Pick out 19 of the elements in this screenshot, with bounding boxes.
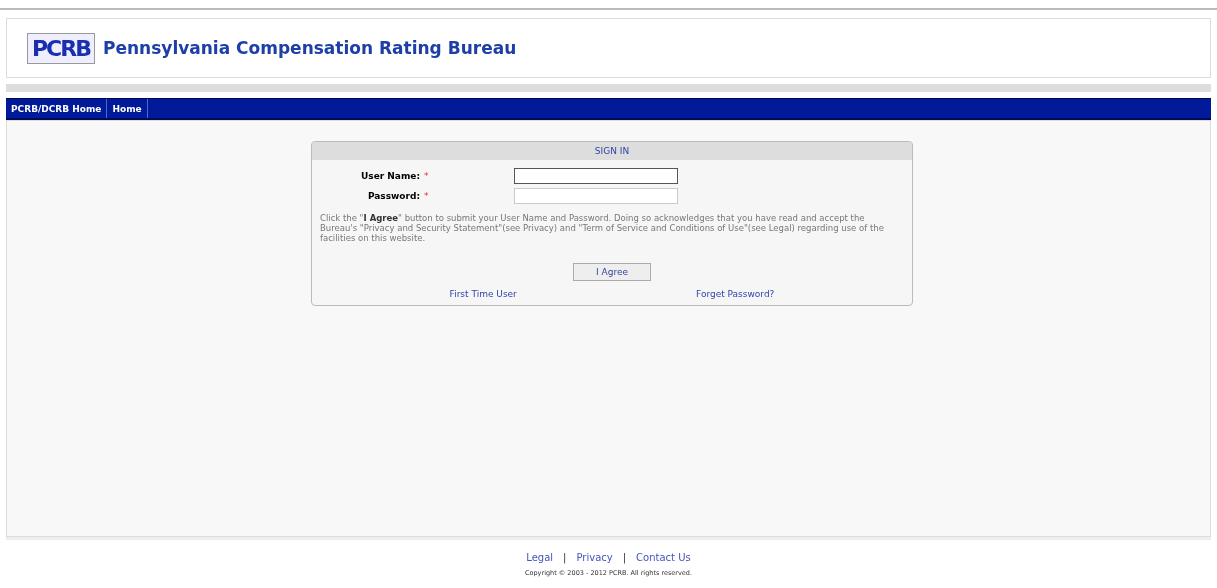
agree-button[interactable]: I Agree bbox=[573, 263, 651, 282]
link[interactable]: First Time User bbox=[449, 289, 517, 300]
link[interactable]: Forget Password? bbox=[696, 289, 775, 300]
nav-link[interactable]: Home bbox=[107, 99, 148, 118]
panel-title: SIGN IN bbox=[312, 142, 912, 160]
logo: PCRB bbox=[27, 32, 95, 64]
separator: | bbox=[622, 551, 627, 563]
required-mark: * bbox=[424, 171, 430, 181]
site-title: Pennsylvania Compensation Rating Bureau bbox=[103, 38, 517, 58]
separator: | bbox=[563, 551, 567, 563]
notice-text: Click the "I Agree" button to submit your User Name and Password. Doing so acknowledges that you have read and accept the Bureau's "Privacy and Security Statement"(see Privacy) and "Term of Service and Conditions of Use"(see Legal) regarding use of the facilities on this website. bbox=[320, 214, 885, 244]
footer-link[interactable]: Legal bbox=[526, 551, 554, 563]
field-label: User Name: bbox=[359, 171, 420, 181]
footer-link[interactable]: Contact Us bbox=[636, 551, 691, 563]
footer-link[interactable]: Privacy bbox=[576, 551, 613, 563]
required-mark: * bbox=[424, 191, 430, 201]
input-field[interactable] bbox=[514, 168, 678, 184]
field-label: Password: bbox=[366, 191, 420, 201]
nav-link[interactable]: PCRB/DCRB Home bbox=[6, 99, 108, 118]
